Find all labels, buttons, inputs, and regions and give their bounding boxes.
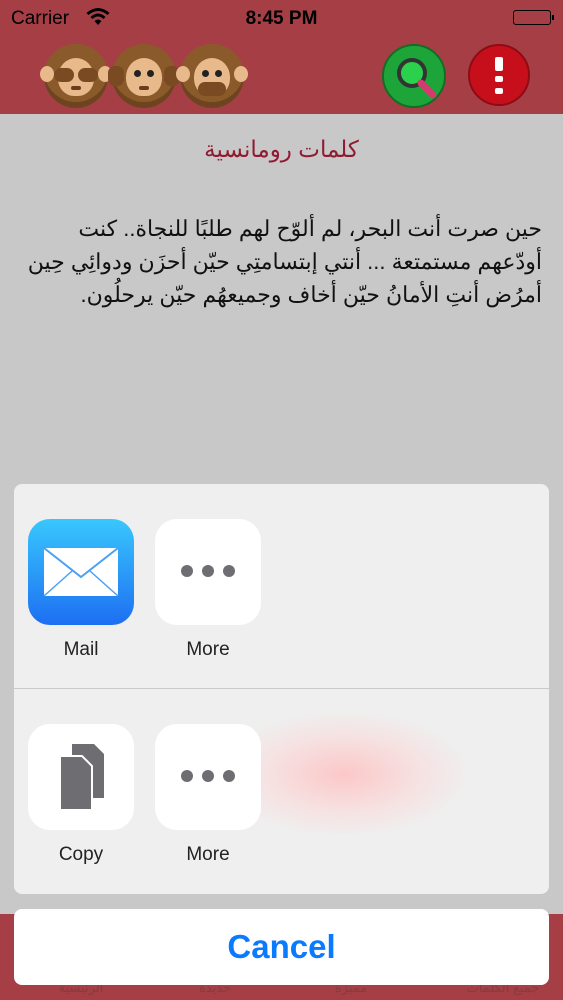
navbar [0, 36, 563, 114]
more-share-label: More [186, 639, 230, 660]
mail-label: Mail [63, 639, 99, 660]
more-dots-icon[interactable] [155, 724, 261, 830]
monkeys-logo [40, 44, 248, 108]
menu-button[interactable] [468, 44, 530, 106]
see-no-evil-monkey-icon [40, 44, 112, 108]
mail-activity[interactable]: Mail [28, 519, 134, 661]
copy-icon[interactable] [28, 724, 134, 830]
more-action-activity[interactable]: More [155, 724, 261, 866]
search-icon [397, 58, 437, 99]
copy-label: Copy [58, 844, 104, 865]
copy-activity[interactable]: Copy [28, 724, 134, 866]
status-bar: Carrier 8:45 PM [0, 0, 563, 36]
hear-no-evil-monkey-icon [108, 44, 180, 108]
more-dots-icon[interactable] [155, 519, 261, 625]
more-action-label: More [186, 844, 230, 865]
battery-icon [513, 10, 554, 25]
more-share-activity[interactable]: More [155, 519, 261, 661]
share-row: Mail More [14, 484, 549, 689]
action-row: Copy More [14, 689, 549, 893]
search-button[interactable] [382, 44, 446, 108]
speak-no-evil-monkey-icon [176, 44, 248, 108]
page-title: كلمات رومانسية [204, 136, 359, 162]
cancel-button[interactable]: Cancel [14, 909, 549, 985]
clock: 8:45 PM [245, 8, 318, 29]
mail-icon[interactable] [28, 519, 134, 625]
quote-text: حين صرت أنت البحر، لم ألوّح لهم طلبًا لل… [27, 216, 542, 307]
share-sheet: Mail More Copy More [14, 484, 549, 894]
